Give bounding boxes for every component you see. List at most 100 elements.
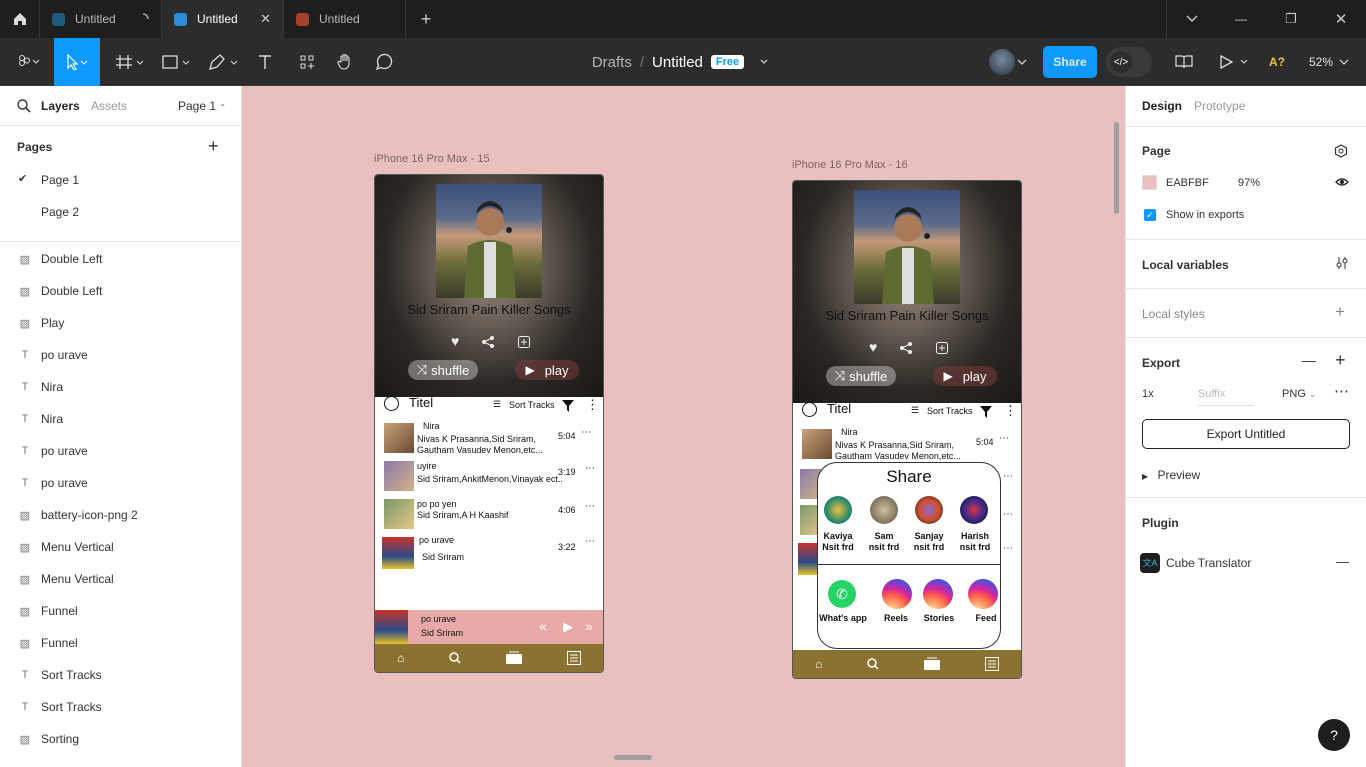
layer-item[interactable]: T Sort Tracks	[0, 691, 241, 723]
more-icon[interactable]: ⋯	[581, 427, 591, 438]
present-button[interactable]	[1215, 38, 1251, 86]
home-icon[interactable]: ⌂	[815, 657, 822, 671]
instagram-reels-icon[interactable]	[882, 579, 912, 609]
menu-vertical-icon[interactable]: ⋮	[586, 397, 599, 413]
shuffle-button[interactable]: ⤨ shuffle	[408, 360, 478, 380]
add-style-button[interactable]: +	[1335, 302, 1345, 322]
share-button[interactable]: Share	[1043, 46, 1097, 78]
whatsapp-icon[interactable]: ✆	[828, 580, 856, 608]
contact-avatar[interactable]	[824, 496, 852, 524]
dev-mode-toggle[interactable]: </>	[1106, 47, 1152, 77]
library-icon[interactable]	[505, 651, 523, 665]
track-row[interactable]: Nira Nivas K Prasanna,Sid Sriram, Gautha…	[375, 421, 603, 455]
heart-icon[interactable]: ♥	[869, 339, 877, 355]
layer-item[interactable]: ▨ battery-icon-png 2	[0, 499, 241, 531]
close-tab-icon[interactable]: ✕	[260, 11, 271, 27]
page-color-hex[interactable]: EABFBF	[1166, 177, 1209, 189]
more-icon[interactable]: ⋯	[585, 501, 595, 512]
plugin-name[interactable]: Cube Translator	[1166, 556, 1251, 570]
search-icon[interactable]	[448, 652, 461, 664]
layer-item[interactable]: Tpo urave	[0, 435, 241, 467]
track-row[interactable]: Nira Nivas K Prasanna,Sid Sriram, Gautha…	[793, 427, 1021, 461]
library-icon[interactable]	[923, 657, 941, 671]
horizontal-scrollbar[interactable]	[614, 755, 652, 760]
page-settings-icon[interactable]	[1334, 144, 1348, 158]
double-right-icon[interactable]: »	[585, 618, 593, 634]
layer-item[interactable]: ▨ Play	[0, 307, 241, 339]
shape-tool[interactable]	[158, 38, 194, 86]
page-opacity[interactable]: 97%	[1238, 177, 1260, 189]
help-button[interactable]: ?	[1318, 719, 1350, 751]
select-all-radio[interactable]	[802, 402, 817, 417]
play-button[interactable]: ▶ play	[515, 360, 579, 380]
pen-tool[interactable]	[204, 38, 242, 86]
track-row[interactable]: po po yen Sid Sriram,A H Kaashif 4:06 ⋯	[375, 497, 603, 531]
add-to-playlist-icon[interactable]	[518, 336, 530, 348]
play-icon[interactable]: ▶	[563, 619, 573, 635]
close-window-button[interactable]: ✕	[1316, 0, 1366, 38]
home-icon[interactable]: ⌂	[397, 651, 404, 665]
search-icon[interactable]	[866, 658, 879, 670]
home-button[interactable]	[0, 0, 40, 38]
tabs-dropdown-button[interactable]	[1166, 0, 1216, 38]
share-icon[interactable]	[899, 341, 913, 355]
layer-item[interactable]: T Nira	[0, 403, 241, 435]
layer-item[interactable]: ▨ Funnel	[0, 627, 241, 659]
play-button[interactable]: ▶ play	[933, 366, 997, 386]
export-suffix-input[interactable]: Suffix	[1198, 388, 1254, 406]
tab-prototype[interactable]: Prototype	[1194, 99, 1245, 113]
instagram-feed-icon[interactable]	[968, 579, 998, 609]
layer-item[interactable]: ▨ Sorting	[0, 723, 241, 755]
layer-item[interactable]: T Nira	[0, 371, 241, 403]
chevron-down-icon[interactable]	[752, 57, 774, 67]
shuffle-button[interactable]: ⤨ shuffle	[826, 366, 896, 386]
more-icon[interactable]: ⋯	[585, 536, 595, 547]
share-icon[interactable]	[481, 335, 495, 349]
select-all-radio[interactable]	[384, 396, 399, 411]
contact-avatar[interactable]	[915, 496, 943, 524]
page-color-swatch[interactable]	[1142, 175, 1157, 190]
main-menu-button[interactable]	[8, 38, 48, 86]
export-scale[interactable]: 1x	[1142, 388, 1154, 400]
tab-layers[interactable]: Layers	[41, 99, 80, 113]
layer-item[interactable]: Tpo urave	[0, 467, 241, 499]
sort-tracks-label[interactable]: Sort Tracks	[927, 406, 973, 416]
contact-avatar[interactable]	[960, 496, 988, 524]
file-tab-3[interactable]: Untitled	[284, 0, 406, 38]
mini-player[interactable]: po urave Sid Sriram « ▶ »	[375, 610, 603, 644]
layer-item[interactable]: T Sort Tracks	[0, 659, 241, 691]
list-icon[interactable]	[984, 657, 999, 671]
zoom-menu[interactable]: 52%	[1304, 38, 1354, 86]
heart-icon[interactable]: ♥	[451, 333, 459, 349]
search-icon[interactable]	[17, 99, 31, 113]
resources-tool[interactable]	[296, 38, 318, 86]
new-tab-button[interactable]: +	[406, 0, 446, 38]
iphone-frame-15[interactable]: Sid Sriram Pain Killer Songs ♥ ⤨ shuffle…	[374, 174, 604, 673]
frame-label[interactable]: iPhone 16 Pro Max - 15	[374, 153, 490, 165]
local-variables-label[interactable]: Local variables	[1142, 258, 1229, 272]
layer-item[interactable]: ▨ Double Left	[0, 275, 241, 307]
file-tab-1[interactable]: Untitled	[40, 0, 162, 38]
remove-plugin-button[interactable]: —	[1336, 554, 1349, 569]
funnel-icon[interactable]	[979, 405, 993, 419]
layer-item[interactable]: ▨ Funnel	[0, 595, 241, 627]
list-icon[interactable]	[566, 651, 581, 665]
export-button[interactable]: Export Untitled	[1142, 419, 1350, 449]
layer-item[interactable]: ▨ Menu Vertical	[0, 531, 241, 563]
ai-assistant-button[interactable]: A?	[1264, 38, 1290, 86]
restore-button[interactable]: ❐	[1266, 0, 1316, 38]
text-tool[interactable]	[254, 38, 276, 86]
track-row[interactable]: po urave Sid Sriram 3:22 ⋯	[375, 535, 603, 571]
layer-item[interactable]: ▨ Menu Vertical	[0, 563, 241, 595]
more-icon[interactable]: ⋯	[585, 463, 595, 474]
file-tab-2[interactable]: Untitled ✕	[162, 0, 284, 38]
frame-label[interactable]: iPhone 16 Pro Max - 16	[792, 159, 908, 171]
iphone-frame-16[interactable]: Sid Sriram Pain Killer Songs ♥ ⤨ shuffle…	[792, 180, 1022, 679]
eye-icon[interactable]	[1335, 177, 1349, 187]
menu-vertical-icon[interactable]: ⋮	[1004, 403, 1017, 419]
vertical-scrollbar[interactable]	[1114, 122, 1119, 214]
more-icon[interactable]: ⋯	[1003, 509, 1013, 520]
canvas[interactable]: iPhone 16 Pro Max - 15 iPhone 16 Pro Max…	[242, 86, 1125, 767]
tab-design[interactable]: Design	[1142, 99, 1182, 113]
double-left-icon[interactable]: «	[539, 618, 547, 634]
